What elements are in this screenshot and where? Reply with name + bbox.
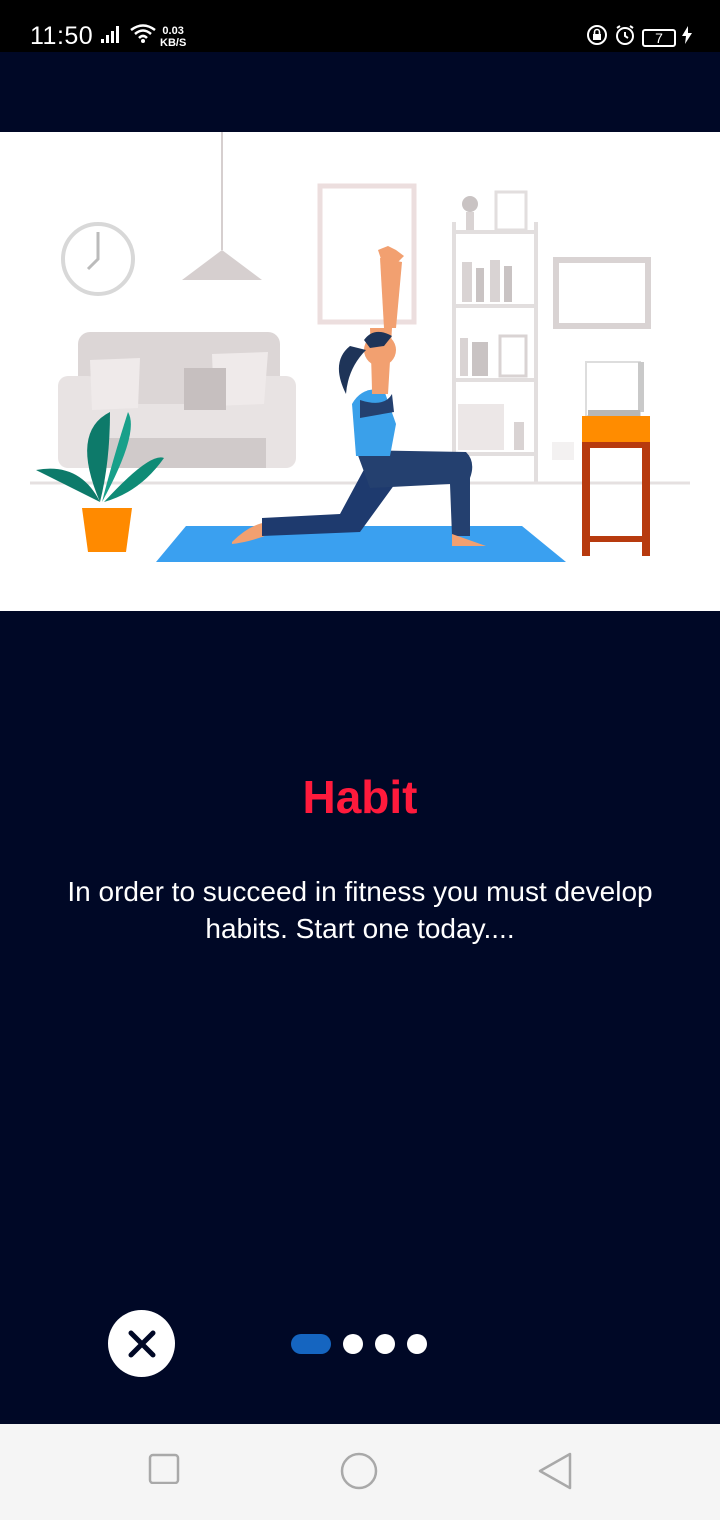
onboarding-illustration (0, 132, 720, 611)
recents-square-icon[interactable] (148, 1452, 180, 1489)
yoga-mat-icon (156, 526, 566, 562)
status-time: 11:50 (30, 22, 94, 50)
bookshelf-icon (452, 190, 538, 484)
page-dot[interactable] (375, 1334, 395, 1354)
picture-frame-icon (553, 257, 651, 329)
charging-icon (682, 26, 692, 49)
page-dot[interactable] (407, 1334, 427, 1354)
navigation-bar (0, 1424, 720, 1520)
onboarding-title: Habit (302, 771, 418, 823)
status-bar: 11:50 0.03 KB/S 7 (0, 0, 720, 52)
battery-level: 7 (655, 29, 663, 46)
network-speed: 0.03 KB/S (160, 25, 186, 49)
page-dot[interactable] (343, 1334, 363, 1354)
alarm-icon (614, 24, 636, 51)
network-speed-value: 0.03 (162, 25, 184, 37)
wifi-icon (130, 24, 156, 49)
battery-icon: 7 (642, 28, 676, 47)
onboarding-description: In order to succeed in fitness you must … (67, 876, 653, 944)
outlet-icon (552, 442, 574, 460)
page-dot-active[interactable] (291, 1334, 331, 1354)
close-button[interactable] (108, 1310, 175, 1377)
home-circle-icon[interactable] (340, 1452, 378, 1495)
page-indicator (291, 1334, 427, 1354)
back-triangle-icon[interactable] (538, 1452, 572, 1495)
lock-icon (586, 24, 608, 51)
wall-clock-icon (61, 222, 135, 296)
top-band (0, 52, 720, 132)
signal-icon (101, 24, 123, 49)
status-right-icons: 7 (586, 24, 692, 51)
side-table-icon (582, 361, 650, 556)
network-speed-unit: KB/S (160, 37, 187, 49)
pendant-lamp-icon (182, 132, 262, 280)
close-icon (128, 1330, 155, 1357)
